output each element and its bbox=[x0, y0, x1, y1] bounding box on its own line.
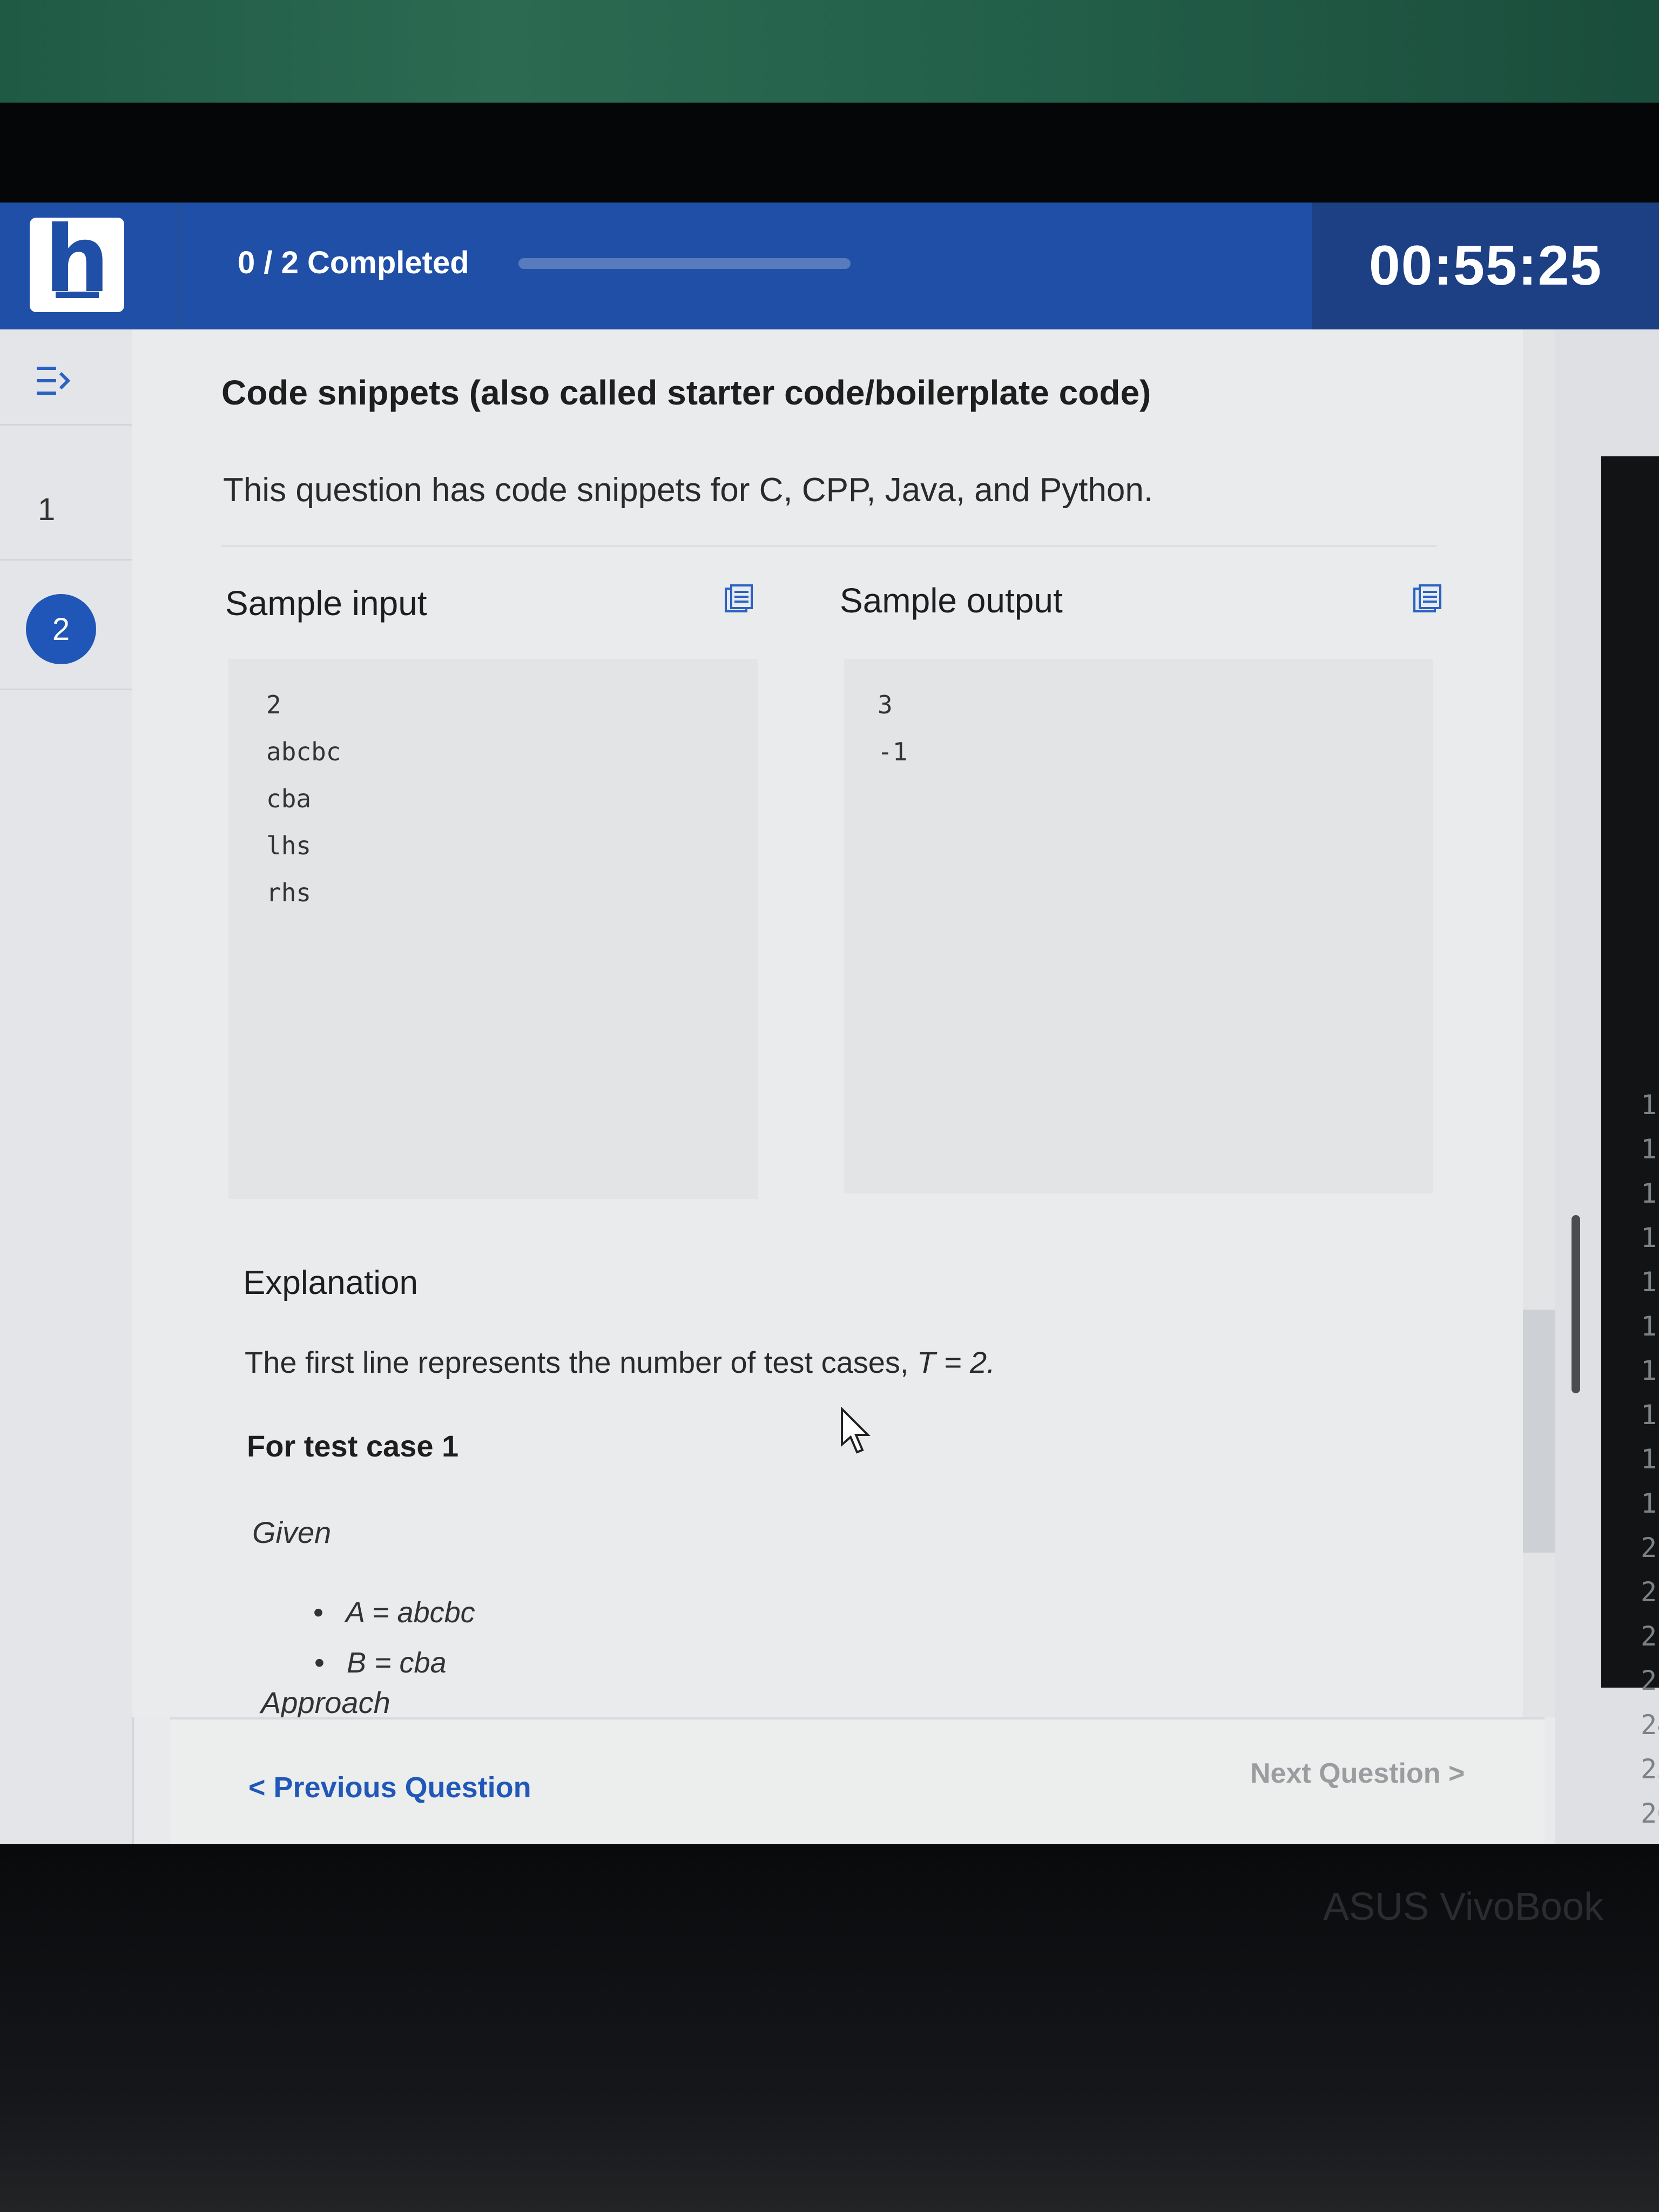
explanation-math: T = 2. bbox=[917, 1345, 995, 1379]
editor-line-number: 24 bbox=[1641, 1709, 1659, 1741]
given-label: Given bbox=[252, 1515, 332, 1549]
approach-label: Approach bbox=[261, 1685, 390, 1719]
explanation-text: The first line represents the number of … bbox=[245, 1345, 995, 1380]
code-line: 2 bbox=[266, 690, 281, 719]
sidebar-item-question-2[interactable]: 2 bbox=[26, 594, 96, 664]
background-wall bbox=[0, 0, 1659, 108]
editor-line-number: 1 bbox=[1641, 1444, 1657, 1475]
question-content: Code snippets (also called starter code/… bbox=[132, 329, 1545, 1719]
question-sidebar: 1 2 bbox=[0, 329, 134, 1844]
editor-line-number: 1 bbox=[1641, 1134, 1657, 1165]
progress-bar bbox=[518, 258, 851, 269]
code-line: lhs bbox=[266, 831, 312, 860]
sample-output-title: Sample output bbox=[840, 581, 1063, 620]
question-footer: < Previous Question Next Question > bbox=[170, 1717, 1545, 1844]
timer-value: 00:55:25 bbox=[1368, 234, 1603, 297]
editor-line-number: 2 bbox=[1641, 1665, 1657, 1696]
sample-input-title: Sample input bbox=[225, 584, 427, 623]
editor-line-number: 1 bbox=[1641, 1178, 1657, 1209]
laptop-bezel-top bbox=[0, 103, 1659, 205]
code-line: rhs bbox=[266, 878, 312, 907]
content-scrollbar-thumb[interactable] bbox=[1523, 1310, 1555, 1553]
device-brand-label: ASUS VivoBook bbox=[1323, 1885, 1603, 1928]
editor-line-number: 27 bbox=[1641, 1836, 1659, 1844]
laptop-bezel-bottom: ASUS VivoBook bbox=[0, 1844, 1659, 2212]
editor-line-numbers: 1 1 1 1 1 1 1 1 1 1 2 2 2 2 24 25 26 27 bbox=[1641, 1083, 1659, 1844]
header-divider bbox=[178, 203, 181, 329]
copy-icon[interactable] bbox=[1412, 583, 1442, 613]
explanation-text-prefix: The first line represents the number of … bbox=[245, 1345, 909, 1379]
editor-line-number: 2 bbox=[1641, 1621, 1657, 1652]
given-item: A = abcbc bbox=[313, 1596, 475, 1629]
editor-line-number: 1 bbox=[1641, 1355, 1657, 1386]
editor-line-number: 1 bbox=[1641, 1488, 1657, 1519]
countdown-timer: 00:55:25 bbox=[1312, 203, 1659, 329]
editor-line-number: 1 bbox=[1641, 1222, 1657, 1253]
sidebar-divider bbox=[0, 689, 132, 690]
section-heading: Code snippets (also called starter code/… bbox=[221, 373, 1151, 412]
logo[interactable]: h bbox=[30, 214, 124, 312]
collapse-sidebar-icon[interactable] bbox=[32, 359, 76, 402]
editor-line-number: 1 bbox=[1641, 1311, 1657, 1342]
mouse-cursor-icon bbox=[841, 1407, 871, 1454]
editor-scrollbar[interactable] bbox=[1572, 1215, 1580, 1393]
editor-line-number: 2 bbox=[1641, 1532, 1657, 1563]
divider bbox=[221, 545, 1437, 547]
copy-icon[interactable] bbox=[724, 583, 754, 613]
code-line: cba bbox=[266, 784, 312, 813]
previous-question-button[interactable]: < Previous Question bbox=[248, 1771, 531, 1804]
screen: h 0 / 2 Completed 00:55:25 1 2 Code snip… bbox=[0, 203, 1659, 1844]
explanation-title: Explanation bbox=[243, 1264, 419, 1301]
given-item: B = cba bbox=[314, 1646, 447, 1680]
test-case-title: For test case 1 bbox=[247, 1429, 459, 1463]
section-description: This question has code snippets for C, C… bbox=[223, 471, 1154, 509]
sidebar-item-question-1[interactable]: 1 bbox=[38, 491, 55, 528]
sidebar-divider bbox=[0, 424, 132, 426]
logo-underline bbox=[56, 292, 99, 298]
editor-line-number: 1 bbox=[1641, 1399, 1657, 1431]
editor-line-number: 2 bbox=[1641, 1576, 1657, 1608]
sidebar-divider bbox=[0, 559, 132, 561]
code-line: abcbc bbox=[266, 737, 341, 766]
progress-label: 0 / 2 Completed bbox=[238, 245, 469, 280]
sample-input-box: 2 abcbc cba lhs rhs bbox=[228, 659, 758, 1199]
next-question-button[interactable]: Next Question > bbox=[1250, 1757, 1465, 1790]
sample-output-box: 3 -1 bbox=[844, 659, 1433, 1193]
editor-line-number: 1 bbox=[1641, 1266, 1657, 1298]
editor-line-number: 26 bbox=[1641, 1798, 1659, 1829]
code-line: -1 bbox=[878, 737, 908, 766]
editor-line-number: 25 bbox=[1641, 1754, 1659, 1785]
header-bar: h 0 / 2 Completed bbox=[0, 203, 1312, 329]
editor-line-number: 1 bbox=[1641, 1089, 1657, 1121]
code-line: 3 bbox=[878, 690, 893, 719]
question-number: 2 bbox=[52, 611, 70, 647]
